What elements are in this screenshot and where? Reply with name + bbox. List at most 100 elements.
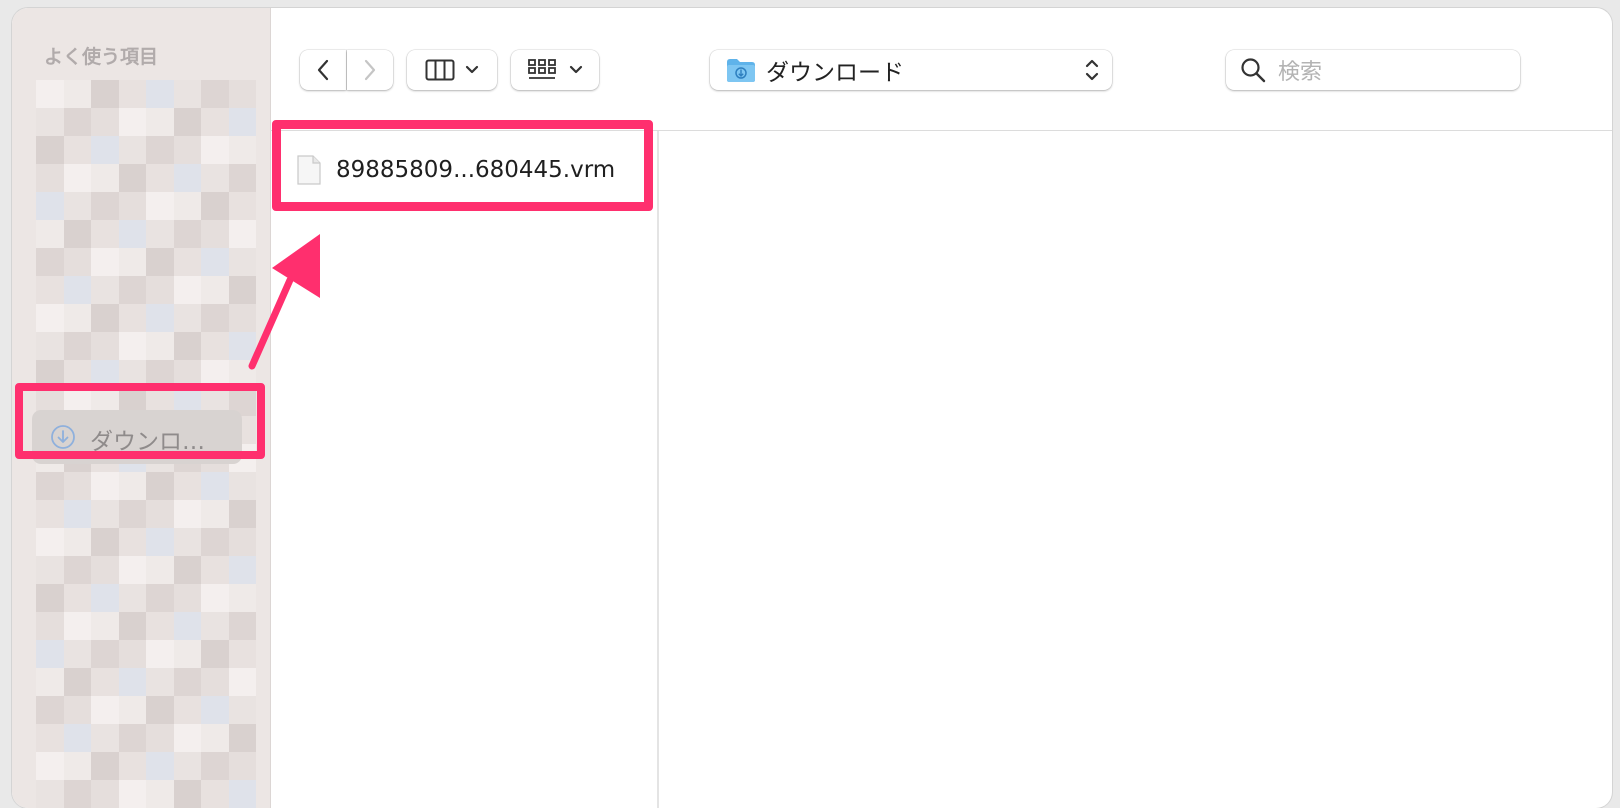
blur-cell	[118, 752, 146, 780]
blur-cell	[118, 248, 146, 276]
blur-cell	[36, 192, 64, 220]
blur-cell	[173, 556, 201, 584]
group-button[interactable]	[511, 50, 599, 90]
blur-cell	[146, 696, 174, 724]
blur-cell	[91, 192, 119, 220]
blur-cell	[36, 248, 64, 276]
blur-cell	[91, 220, 119, 248]
blur-cell	[201, 472, 229, 500]
chevron-right-icon	[364, 59, 376, 81]
blur-cell	[173, 696, 201, 724]
blur-cell	[63, 640, 91, 668]
blur-cell	[91, 696, 119, 724]
blur-cell	[36, 780, 64, 808]
blur-cell	[91, 528, 119, 556]
blur-cell	[146, 500, 174, 528]
blur-cell	[201, 668, 229, 696]
file-row[interactable]: 89885809...680445.vrm	[296, 148, 615, 192]
blur-cell	[201, 696, 229, 724]
blur-cell	[228, 80, 256, 108]
grid-icon	[528, 59, 556, 79]
blur-cell	[228, 724, 256, 752]
blur-cell	[201, 108, 229, 136]
blur-cell	[201, 248, 229, 276]
blur-cell	[63, 220, 91, 248]
blur-cell	[173, 360, 201, 388]
view-mode-button[interactable]	[407, 50, 497, 90]
blur-cell	[63, 136, 91, 164]
blur-cell	[63, 332, 91, 360]
blur-cell	[91, 472, 119, 500]
blur-cell	[118, 612, 146, 640]
blur-cell	[118, 500, 146, 528]
blur-cell	[36, 500, 64, 528]
blur-cell	[201, 304, 229, 332]
blur-cell	[63, 80, 91, 108]
blur-cell	[36, 724, 64, 752]
search-field[interactable]: 検索	[1226, 50, 1520, 90]
blur-cell	[146, 164, 174, 192]
blur-cell	[228, 164, 256, 192]
sidebar-heading-favorites: よく使う項目	[44, 46, 159, 68]
blur-cell	[91, 752, 119, 780]
blur-cell	[173, 752, 201, 780]
blur-cell	[146, 584, 174, 612]
blur-cell	[118, 780, 146, 808]
blur-cell	[228, 192, 256, 220]
blur-cell	[36, 696, 64, 724]
blur-cell	[36, 332, 64, 360]
column-divider[interactable]	[657, 131, 659, 808]
blur-cell	[201, 276, 229, 304]
blur-cell	[146, 304, 174, 332]
blur-cell	[146, 472, 174, 500]
file-dialog-window: よく使う項目 ダウンロ… ダウンロード 検索 89885809...680445…	[12, 8, 1612, 808]
blur-cell	[36, 528, 64, 556]
blur-cell	[146, 640, 174, 668]
blur-cell	[36, 584, 64, 612]
blur-cell	[201, 612, 229, 640]
blur-cell	[146, 528, 174, 556]
blur-cell	[36, 556, 64, 584]
blur-cell	[118, 80, 146, 108]
blur-cell	[201, 80, 229, 108]
location-popup[interactable]: ダウンロード	[710, 50, 1112, 90]
forward-button[interactable]	[347, 50, 393, 90]
blur-cell	[91, 304, 119, 332]
blur-cell	[63, 612, 91, 640]
blur-cell	[91, 584, 119, 612]
download-circle-icon	[51, 425, 75, 449]
blur-cell	[228, 472, 256, 500]
blur-cell	[91, 724, 119, 752]
search-placeholder: 検索	[1278, 60, 1323, 85]
blur-cell	[63, 668, 91, 696]
blur-cell	[63, 248, 91, 276]
blur-cell	[36, 304, 64, 332]
blur-cell	[228, 360, 256, 388]
blur-cell	[228, 780, 256, 808]
blur-cell	[201, 136, 229, 164]
blur-cell	[118, 108, 146, 136]
blur-cell	[36, 108, 64, 136]
back-button[interactable]	[300, 50, 346, 90]
sidebar-item-label: ダウンロ…	[90, 429, 205, 455]
blur-cell	[36, 220, 64, 248]
blur-cell	[173, 640, 201, 668]
blur-cell	[228, 304, 256, 332]
blur-cell	[36, 640, 64, 668]
downloads-folder-icon	[727, 59, 755, 82]
sidebar-item-downloads[interactable]: ダウンロ…	[32, 410, 242, 464]
blur-cell	[228, 528, 256, 556]
blur-cell	[118, 472, 146, 500]
blur-cell	[63, 528, 91, 556]
blur-cell	[118, 668, 146, 696]
blur-cell	[36, 164, 64, 192]
blur-cell	[91, 360, 119, 388]
blur-cell	[228, 108, 256, 136]
blur-cell	[201, 528, 229, 556]
blur-cell	[118, 304, 146, 332]
blur-cell	[173, 164, 201, 192]
blur-cell	[173, 220, 201, 248]
blur-cell	[63, 108, 91, 136]
blur-cell	[173, 724, 201, 752]
blur-cell	[63, 752, 91, 780]
